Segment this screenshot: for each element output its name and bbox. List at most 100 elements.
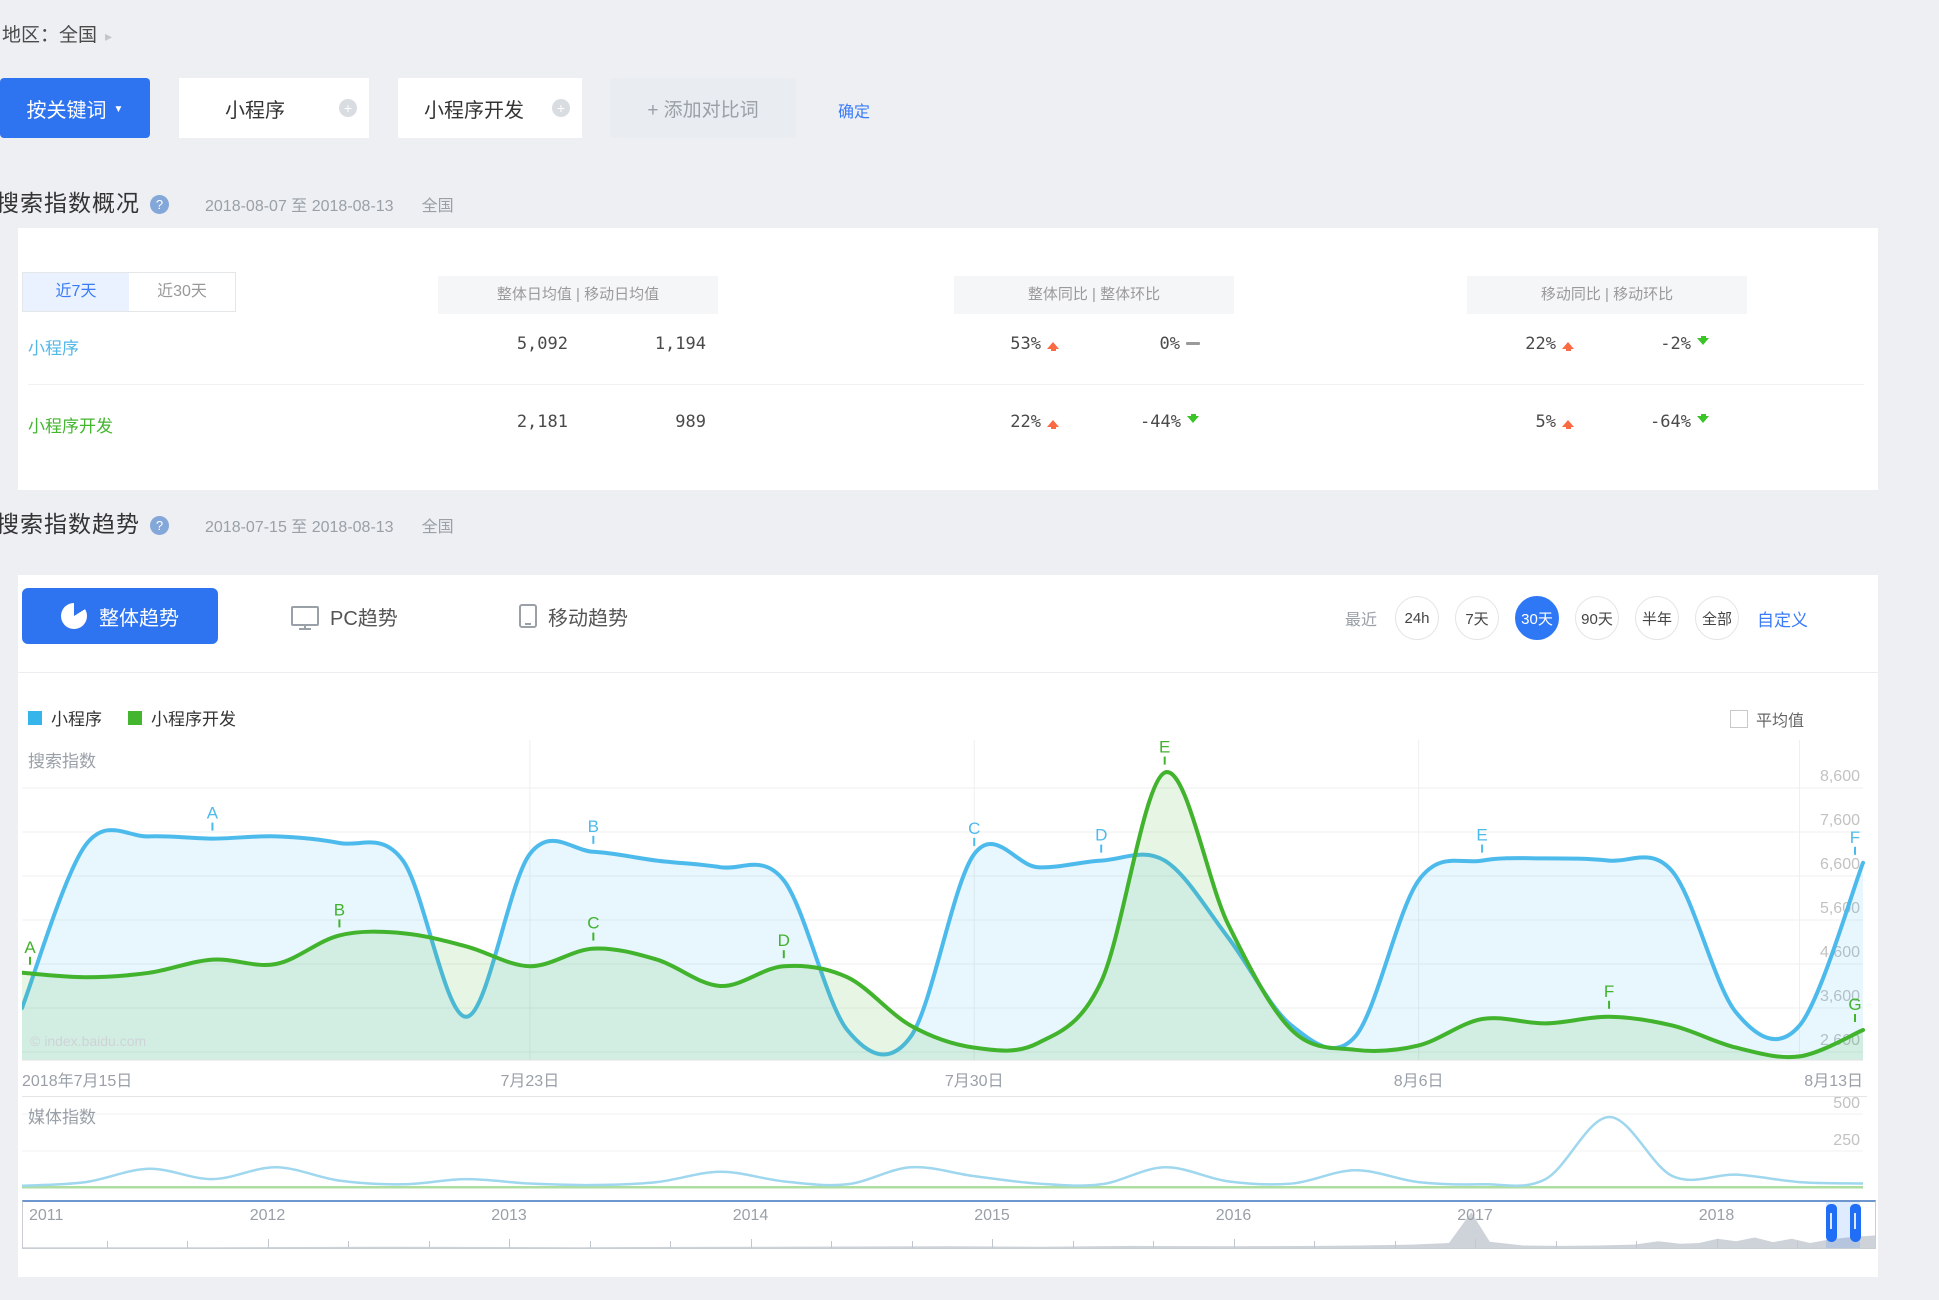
- timeline-year-label: 2015: [974, 1207, 1010, 1225]
- x-axis-labels: 2018年7月15日7月23日7月30日8月6日8月13日: [22, 1067, 1863, 1089]
- trend-date-range: 2018-07-15 至 2018-08-13: [205, 519, 394, 536]
- range-pill-90天[interactable]: 90天: [1575, 596, 1619, 640]
- annotation-C: C: [968, 819, 980, 838]
- timeline-tick: [1073, 1241, 1074, 1248]
- mobile-mom-value: -64%: [1570, 412, 1710, 432]
- timeline-tick: [1153, 1241, 1154, 1248]
- keyword-tag-label: 小程序: [225, 94, 285, 123]
- search-index-trend-panel: 整体趋势 PC趋势 移动趋势 最近 24h7天30天90天半年全部 自定义 小程…: [18, 575, 1878, 1277]
- timeline-tick: [831, 1241, 832, 1248]
- custom-range-link[interactable]: 自定义: [1757, 606, 1808, 631]
- legend-swatch-icon: [28, 711, 42, 725]
- mobile-yoy-value: 22%: [1425, 334, 1575, 354]
- tab-last-30-days[interactable]: 近30天: [129, 273, 235, 311]
- tab-last-7-days[interactable]: 近7天: [23, 273, 129, 311]
- timeline-tick: [1475, 1239, 1476, 1248]
- media-y-tick-label: 250: [1833, 1132, 1860, 1149]
- timeline-year-label: 2017: [1457, 1207, 1493, 1225]
- row-divider: [28, 384, 1864, 385]
- tab-pc-trend-label: PC趋势: [330, 602, 398, 631]
- timeline-tick: [187, 1241, 188, 1248]
- range-pill-7天[interactable]: 7天: [1455, 596, 1499, 640]
- tab-overall-trend[interactable]: 整体趋势: [22, 588, 218, 644]
- legend-item[interactable]: 小程序: [28, 705, 102, 730]
- annotation-B: B: [334, 900, 345, 919]
- y-axis-tick-label: 6,600: [1820, 856, 1860, 873]
- x-axis-tick-label: 8月6日: [1359, 1067, 1479, 1091]
- overview-title: 搜索指数概况: [0, 190, 140, 216]
- x-axis-tick-label: 7月30日: [914, 1067, 1034, 1091]
- range-pill-24h[interactable]: 24h: [1395, 596, 1439, 640]
- keyword-tag-label: 小程序开发: [424, 94, 524, 123]
- tab-overall-trend-label: 整体趋势: [99, 602, 179, 631]
- average-checkbox[interactable]: 平均值: [1730, 707, 1804, 731]
- timeline-sparkline: [23, 1204, 1875, 1248]
- y-axis-tick-label: 8,600: [1820, 768, 1860, 785]
- overall-mom-value: 0%: [1050, 334, 1200, 354]
- flat-arrow-icon: [1186, 342, 1200, 345]
- timeline-year-label: 2012: [250, 1207, 286, 1225]
- timeline-tick: [1556, 1241, 1557, 1248]
- timeline-tick: [912, 1241, 913, 1248]
- annotation-D: D: [1095, 826, 1107, 845]
- annotation-G: G: [1848, 995, 1861, 1014]
- mobile-mom-value: -2%: [1570, 334, 1710, 354]
- range-pill-半年[interactable]: 半年: [1635, 596, 1679, 640]
- search-index-svg: 8,6007,6006,6005,6004,6003,6002,600ABCDE…: [22, 740, 1867, 1070]
- overall-daily-avg-value: 2,181: [438, 412, 568, 432]
- filter-by-keyword-button[interactable]: 按关键词 ▼: [0, 78, 150, 138]
- overview-table-row: 小程序开发 2,181 989 22% -44% 5% -64%: [18, 392, 1878, 448]
- range-pill-30天[interactable]: 30天: [1515, 596, 1559, 640]
- timeline-tick: [1234, 1239, 1235, 1248]
- keyword-link[interactable]: 小程序开发: [28, 412, 113, 437]
- keyword-link[interactable]: 小程序: [28, 334, 79, 359]
- timeline-drag-handle-left[interactable]: [1826, 1204, 1837, 1242]
- phone-icon: [519, 604, 537, 628]
- region-selector[interactable]: 地区：全国▸: [2, 20, 112, 47]
- confirm-button[interactable]: 确定: [838, 98, 870, 122]
- add-circle-icon[interactable]: +: [339, 99, 357, 117]
- keyword-tag-1[interactable]: 小程序 +: [179, 78, 369, 138]
- checkbox-icon[interactable]: [1730, 710, 1748, 728]
- timeline-tick: [1314, 1241, 1315, 1248]
- timeline-tick: [429, 1241, 430, 1248]
- legend-swatch-icon: [128, 711, 142, 725]
- search-index-chart[interactable]: 8,6007,6006,6005,6004,6003,6002,600ABCDE…: [22, 740, 1867, 1070]
- watermark: © index.baidu.com: [30, 1033, 146, 1049]
- baidu-index-page: 地区：全国▸ 按关键词 ▼ 小程序 + 小程序开发 + + 添加对比词 确定 搜…: [0, 0, 1939, 1300]
- overall-mom-value: -44%: [1050, 412, 1200, 432]
- help-icon[interactable]: ?: [150, 195, 169, 214]
- timeline-tick: [107, 1241, 108, 1248]
- average-label: 平均值: [1756, 707, 1804, 731]
- annotation-E: E: [1476, 826, 1487, 845]
- overall-daily-avg-value: 5,092: [438, 334, 568, 354]
- add-circle-icon[interactable]: +: [552, 99, 570, 117]
- annotation-A: A: [24, 938, 36, 957]
- timeline-navigator[interactable]: 20112012201320142015201620172018: [22, 1200, 1876, 1249]
- help-icon[interactable]: ?: [150, 516, 169, 535]
- annotation-E: E: [1159, 740, 1170, 757]
- trend-section-header: 搜索指数趋势?2018-07-15 至 2018-08-13全国: [0, 505, 454, 539]
- timeline-tick: [348, 1241, 349, 1248]
- column-header-overall-compare: 整体同比 | 整体环比: [954, 276, 1234, 314]
- add-compare-word-button[interactable]: + 添加对比词: [610, 78, 796, 138]
- timeline-year-label: 2014: [733, 1207, 769, 1225]
- annotation-A: A: [207, 804, 219, 823]
- range-pill-全部[interactable]: 全部: [1695, 596, 1739, 640]
- tab-pc-trend[interactable]: PC趋势: [291, 588, 398, 644]
- timeline-tick: [1395, 1241, 1396, 1248]
- tab-mobile-trend[interactable]: 移动趋势: [519, 588, 628, 644]
- chevron-right-icon: ▸: [105, 28, 112, 44]
- tab-mobile-trend-label: 移动趋势: [548, 602, 628, 631]
- timeline-year-label: 2011: [29, 1207, 63, 1225]
- mobile-daily-avg-value: 1,194: [576, 334, 706, 354]
- mobile-yoy-value: 5%: [1425, 412, 1575, 432]
- overview-date-range: 2018-08-07 至 2018-08-13: [205, 198, 394, 215]
- add-compare-word-label: + 添加对比词: [647, 95, 758, 122]
- media-index-chart[interactable]: 500250: [22, 1096, 1867, 1192]
- keyword-tag-2[interactable]: 小程序开发 +: [398, 78, 582, 138]
- legend-item[interactable]: 小程序开发: [128, 705, 236, 730]
- time-range-group: 最近 24h7天30天90天半年全部 自定义: [1345, 596, 1808, 640]
- timeline-drag-handle-right[interactable]: [1850, 1204, 1861, 1242]
- chevron-down-icon: ▼: [114, 104, 124, 115]
